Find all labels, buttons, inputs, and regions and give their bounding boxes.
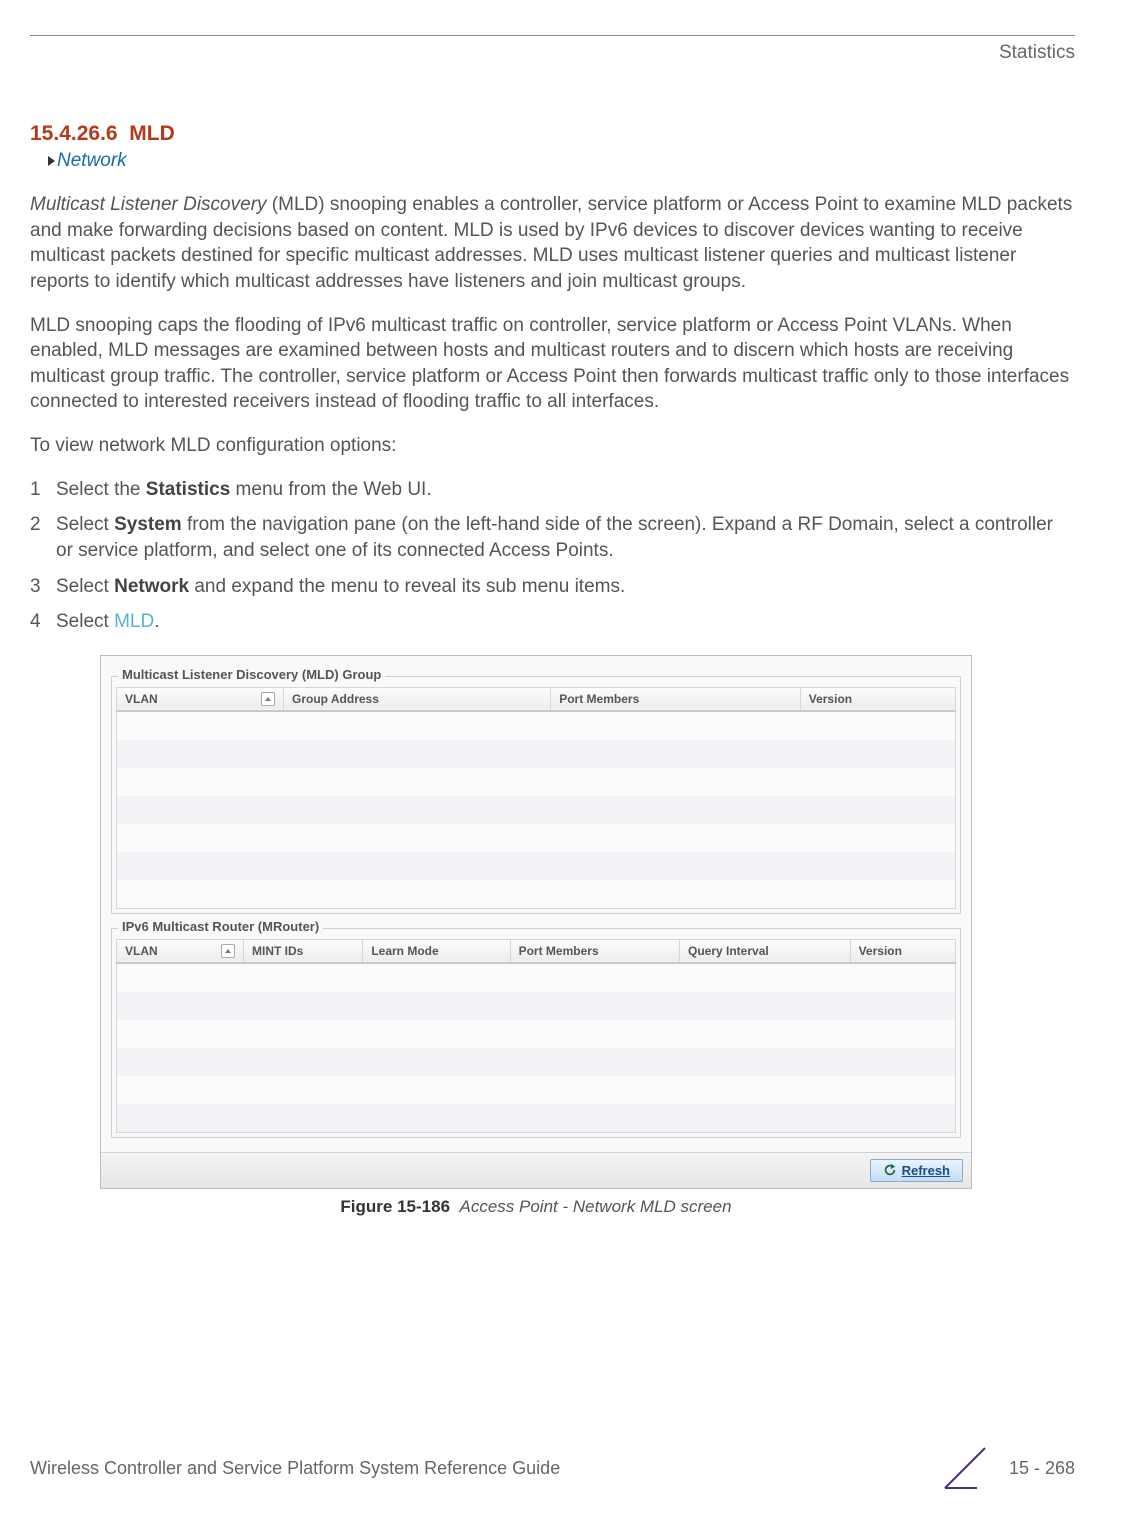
refresh-button[interactable]: Refresh [870,1159,963,1182]
step-text: Select [56,514,114,535]
col-learn-mode[interactable]: Learn Mode [363,939,510,963]
step-text: menu from the Web UI. [230,479,431,500]
step-link-mld[interactable]: MLD [114,611,154,632]
page-footer: Wireless Controller and Service Platform… [30,1446,1075,1490]
header-chapter: Statistics [30,42,1075,64]
mrouter-table: VLAN MINT IDs Learn Mode Port Members Qu… [116,939,956,964]
step-1: 1 Select the Statistics menu from the We… [30,477,1075,503]
col-header-text: VLAN [125,692,158,706]
step-bold: Statistics [146,479,230,500]
button-bar: Refresh [101,1152,971,1189]
step-text: from the navigation pane (on the left-ha… [56,514,1053,561]
step-3: 3 Select Network and expand the menu to … [30,574,1075,600]
step-bold: System [114,514,182,535]
paragraph-2: MLD snooping caps the flooding of IPv6 m… [30,313,1075,416]
sort-asc-icon[interactable] [261,692,275,706]
mld-group-legend: Multicast Listener Discovery (MLD) Group [118,667,385,682]
paragraph-1-lead: Multicast Listener Discovery [30,194,267,215]
step-bold: Network [114,576,189,597]
step-text: and expand the menu to reveal its sub me… [189,576,625,597]
arrow-right-icon [48,156,55,166]
section-title-text: MLD [129,122,175,145]
figure-caption-label: Figure 15-186 [340,1197,450,1216]
figure-screenshot: Multicast Listener Discovery (MLD) Group… [100,655,972,1190]
step-2: 2 Select System from the navigation pane… [30,512,1075,563]
page-number: 15 - 268 [1009,1458,1075,1479]
top-rule [30,35,1075,36]
step-text: Select the [56,479,146,500]
refresh-icon [883,1163,897,1177]
figure-caption: Figure 15-186 Access Point - Network MLD… [100,1197,972,1217]
breadcrumb-link-network[interactable]: Network [57,150,127,171]
col-header-text: VLAN [125,944,158,958]
step-text: . [154,611,159,632]
step-text: Select [56,611,114,632]
mld-group-table-body [116,712,956,909]
footer-left: Wireless Controller and Service Platform… [30,1458,560,1479]
mrouter-table-body [116,964,956,1133]
col-vlan[interactable]: VLAN [117,687,284,711]
col-port-members[interactable]: Port Members [551,687,801,711]
col-version[interactable]: Version [850,939,955,963]
col-port-members[interactable]: Port Members [510,939,679,963]
section-heading: 15.4.26.6 MLD [30,122,1075,146]
sort-asc-icon[interactable] [221,944,235,958]
col-query-interval[interactable]: Query Interval [680,939,851,963]
footer-angle-icon [943,1446,987,1490]
section-number: 15.4.26.6 [30,122,118,145]
breadcrumb: Network [48,150,1075,172]
step-num: 3 [30,574,56,600]
paragraph-1: Multicast Listener Discovery (MLD) snoop… [30,192,1075,295]
step-num: 1 [30,477,56,503]
mld-group-panel: Multicast Listener Discovery (MLD) Group… [111,676,961,914]
refresh-label: Refresh [902,1163,950,1178]
mrouter-panel: IPv6 Multicast Router (MRouter) VLAN MIN… [111,928,961,1138]
steps-list: 1 Select the Statistics menu from the We… [30,477,1075,635]
figure-caption-text: Access Point - Network MLD screen [459,1197,731,1216]
col-vlan[interactable]: VLAN [117,939,244,963]
paragraph-3: To view network MLD configuration option… [30,433,1075,459]
col-mint-ids[interactable]: MINT IDs [244,939,363,963]
col-version[interactable]: Version [800,687,955,711]
col-group-address[interactable]: Group Address [284,687,551,711]
step-text: Select [56,576,114,597]
step-4: 4 Select MLD. [30,609,1075,635]
step-num: 4 [30,609,56,635]
mrouter-legend: IPv6 Multicast Router (MRouter) [118,919,323,934]
mld-group-table: VLAN Group Address Port Members Version [116,687,956,712]
step-num: 2 [30,512,56,563]
